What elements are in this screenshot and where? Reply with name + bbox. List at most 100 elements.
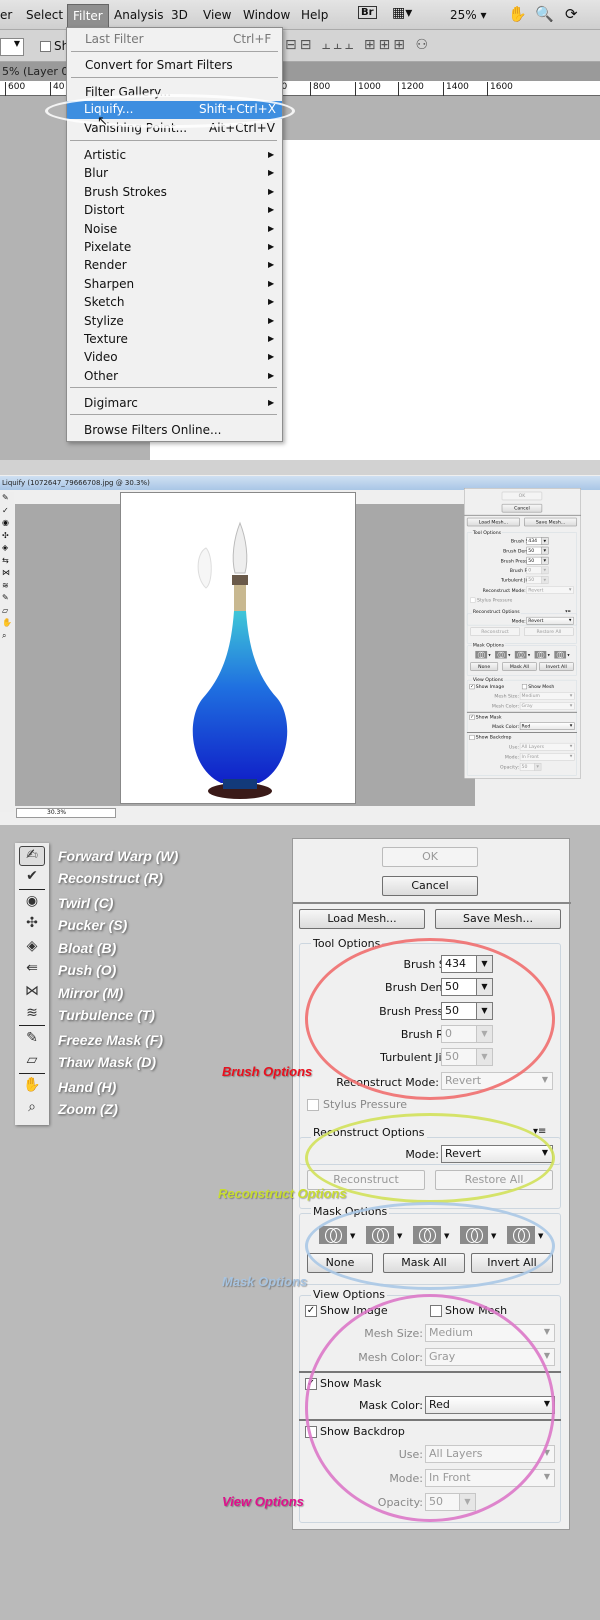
menu-item-stylize[interactable]: Stylize ▶	[84, 314, 274, 328]
screen-mode-icon[interactable]: ▦▾	[392, 5, 412, 21]
ok-button[interactable]: OK	[382, 847, 478, 867]
ok-button[interactable]: OK	[501, 491, 543, 501]
menu-item-distort[interactable]: Distort ▶	[84, 203, 274, 217]
save-mesh-button[interactable]: Save Mesh...	[435, 909, 561, 929]
panel-menu-icon[interactable]: ▾≡	[565, 609, 571, 614]
mask-invert-icon[interactable]	[554, 650, 567, 659]
preset-dropdown[interactable]: ▼	[0, 38, 24, 56]
thaw-mask-icon[interactable]: ▱	[19, 1052, 45, 1072]
menu-item-sharpen[interactable]: Sharpen ▶	[84, 277, 274, 291]
rotate-view-icon[interactable]: ⟳	[565, 5, 578, 23]
menu-item-texture[interactable]: Texture ▶	[84, 332, 274, 346]
invert-all-button[interactable]: Invert All	[539, 662, 574, 671]
divider	[466, 711, 577, 713]
opacity-dropdown[interactable]: ▼	[534, 763, 542, 771]
menu-item-blur[interactable]: Blur ▶	[84, 166, 274, 180]
freeze-mask-icon[interactable]: ✎	[19, 1030, 45, 1050]
menu-item-browse-filters-online[interactable]: Browse Filters Online...	[84, 423, 221, 437]
liquify-preview-image[interactable]	[120, 492, 356, 804]
load-mesh-button[interactable]: Load Mesh...	[299, 909, 425, 929]
use-select[interactable]: All Layers ▼	[519, 742, 575, 751]
menu-item-sketch[interactable]: Sketch ▶	[84, 295, 274, 309]
menu-item-pixelate[interactable]: Pixelate ▶	[84, 240, 274, 254]
forward-warp-icon[interactable]: ✍	[19, 846, 45, 866]
show-backdrop-checkbox[interactable]	[469, 734, 475, 740]
push-icon[interactable]: ⇚	[19, 960, 45, 980]
brush-rate-dropdown[interactable]: ▼	[541, 566, 549, 575]
mask-add-icon[interactable]	[495, 650, 507, 659]
tool-separator	[19, 889, 45, 890]
mask-all-button[interactable]: Mask All	[502, 662, 537, 671]
save-mesh-button[interactable]: Save Mesh...	[524, 517, 577, 527]
zoom-icon[interactable]: ⌕	[19, 1099, 45, 1119]
mesh-color-select[interactable]: Gray ▼	[519, 702, 575, 710]
mask-color-select[interactable]: Red ▼	[519, 722, 575, 730]
menu-window[interactable]: Window	[243, 8, 290, 22]
liquify-zoom-field[interactable]: 30.3%	[16, 808, 116, 818]
menu-edit[interactable]: er	[0, 8, 12, 22]
menu-item-other[interactable]: Other ▶	[84, 369, 274, 383]
backdrop-mode-select[interactable]: In Front ▼	[519, 753, 575, 761]
mask-intersect-icon[interactable]	[534, 650, 547, 659]
mirror-icon[interactable]: ⋈	[19, 983, 45, 1003]
mask-subtract-icon[interactable]	[514, 650, 527, 659]
value: Red	[521, 723, 531, 729]
submenu-arrow-icon: ▶	[268, 205, 275, 215]
cancel-button[interactable]: Cancel	[501, 503, 543, 513]
hand-tool-icon[interactable]: ✋	[508, 5, 527, 23]
brush-size-dropdown[interactable]: ▼	[541, 537, 549, 545]
bridge-button[interactable]: Br	[358, 6, 377, 19]
label: Noise	[84, 221, 118, 236]
menu-item-artistic[interactable]: Artistic ▶	[84, 148, 274, 162]
opacity-input[interactable]: 50	[519, 763, 535, 771]
menu-item-digimarc[interactable]: Digimarc ▶	[84, 396, 274, 410]
mask-options-title: Mask Options	[471, 642, 505, 648]
label: Video	[84, 350, 118, 365]
cancel-button[interactable]: Cancel	[382, 876, 478, 896]
pucker-icon[interactable]: ✣	[19, 915, 45, 935]
menu-filter[interactable]: Filter	[67, 4, 109, 28]
menu-item-noise[interactable]: Noise ▶	[84, 222, 274, 236]
show-image-checkbox[interactable]: ✓	[469, 684, 475, 690]
reconstruct-mode-select[interactable]: Revert ▼	[526, 586, 574, 594]
mask-replace-icon[interactable]	[475, 650, 488, 659]
menu-view[interactable]: View	[203, 8, 231, 22]
reconstruct-icon[interactable]: ✔	[19, 868, 45, 888]
align-icons[interactable]: ⊟⊟ ⫠⫠⫠ ⊞⊞⊞ ⚇	[285, 37, 431, 53]
turbulence-icon[interactable]: ≋	[19, 1005, 45, 1025]
show-mesh-checkbox[interactable]	[521, 684, 527, 690]
load-mesh-button[interactable]: Load Mesh...	[466, 517, 520, 527]
submenu-arrow-icon: ▶	[268, 315, 275, 325]
show-image-checkbox[interactable]: ✓	[305, 1305, 317, 1317]
submenu-arrow-icon: ▶	[268, 242, 275, 251]
value: Medium	[521, 692, 541, 699]
zoom-level-dropdown[interactable]: 25% ▾	[450, 8, 487, 22]
bloat-icon[interactable]: ◈	[19, 938, 45, 958]
stylus-pressure-checkbox[interactable]	[307, 1099, 319, 1111]
tool-icons-mini[interactable]: ✎ ✓ ◉ ✣ ◈ ⇆ ⋈ ≋ ✎ ▱ ✋ ⌕	[0, 492, 14, 642]
mask-none-button[interactable]: None	[470, 662, 499, 671]
menu-analysis[interactable]: Analysis	[114, 8, 163, 22]
divider	[0, 460, 600, 475]
reconstruct-mode-dropdown[interactable]: Revert ▼	[526, 616, 574, 625]
menu-item-brush-strokes[interactable]: Brush Strokes ▶	[84, 185, 274, 199]
menu-help[interactable]: Help	[301, 8, 328, 22]
show-backdrop-label: Show Backdrop	[475, 734, 512, 740]
stylus-pressure-checkbox[interactable]	[470, 597, 476, 603]
hand-icon[interactable]: ✋	[19, 1077, 45, 1097]
restore-all-button[interactable]: Restore All	[524, 627, 574, 636]
menu-select[interactable]: Select	[26, 8, 63, 22]
menu-3d[interactable]: 3D	[171, 8, 188, 22]
show-mask-checkbox[interactable]: ✓	[469, 714, 475, 720]
mesh-size-select[interactable]: Medium ▼	[519, 692, 575, 700]
brush-pressure-dropdown[interactable]: ▼	[541, 556, 549, 565]
twirl-icon[interactable]: ◉	[19, 893, 45, 913]
menu-item-render[interactable]: Render ▶	[84, 258, 274, 272]
turbulent-jitter-dropdown[interactable]: ▼	[541, 576, 549, 584]
show-checkbox[interactable]	[40, 41, 51, 52]
menu-item-video[interactable]: Video ▶	[84, 350, 274, 364]
zoom-tool-icon[interactable]: 🔍	[535, 5, 554, 23]
submenu-arrow-icon: ▶	[268, 260, 275, 270]
reconstruct-button[interactable]: Reconstruct	[470, 627, 520, 636]
brush-density-dropdown[interactable]: ▼	[541, 546, 549, 555]
